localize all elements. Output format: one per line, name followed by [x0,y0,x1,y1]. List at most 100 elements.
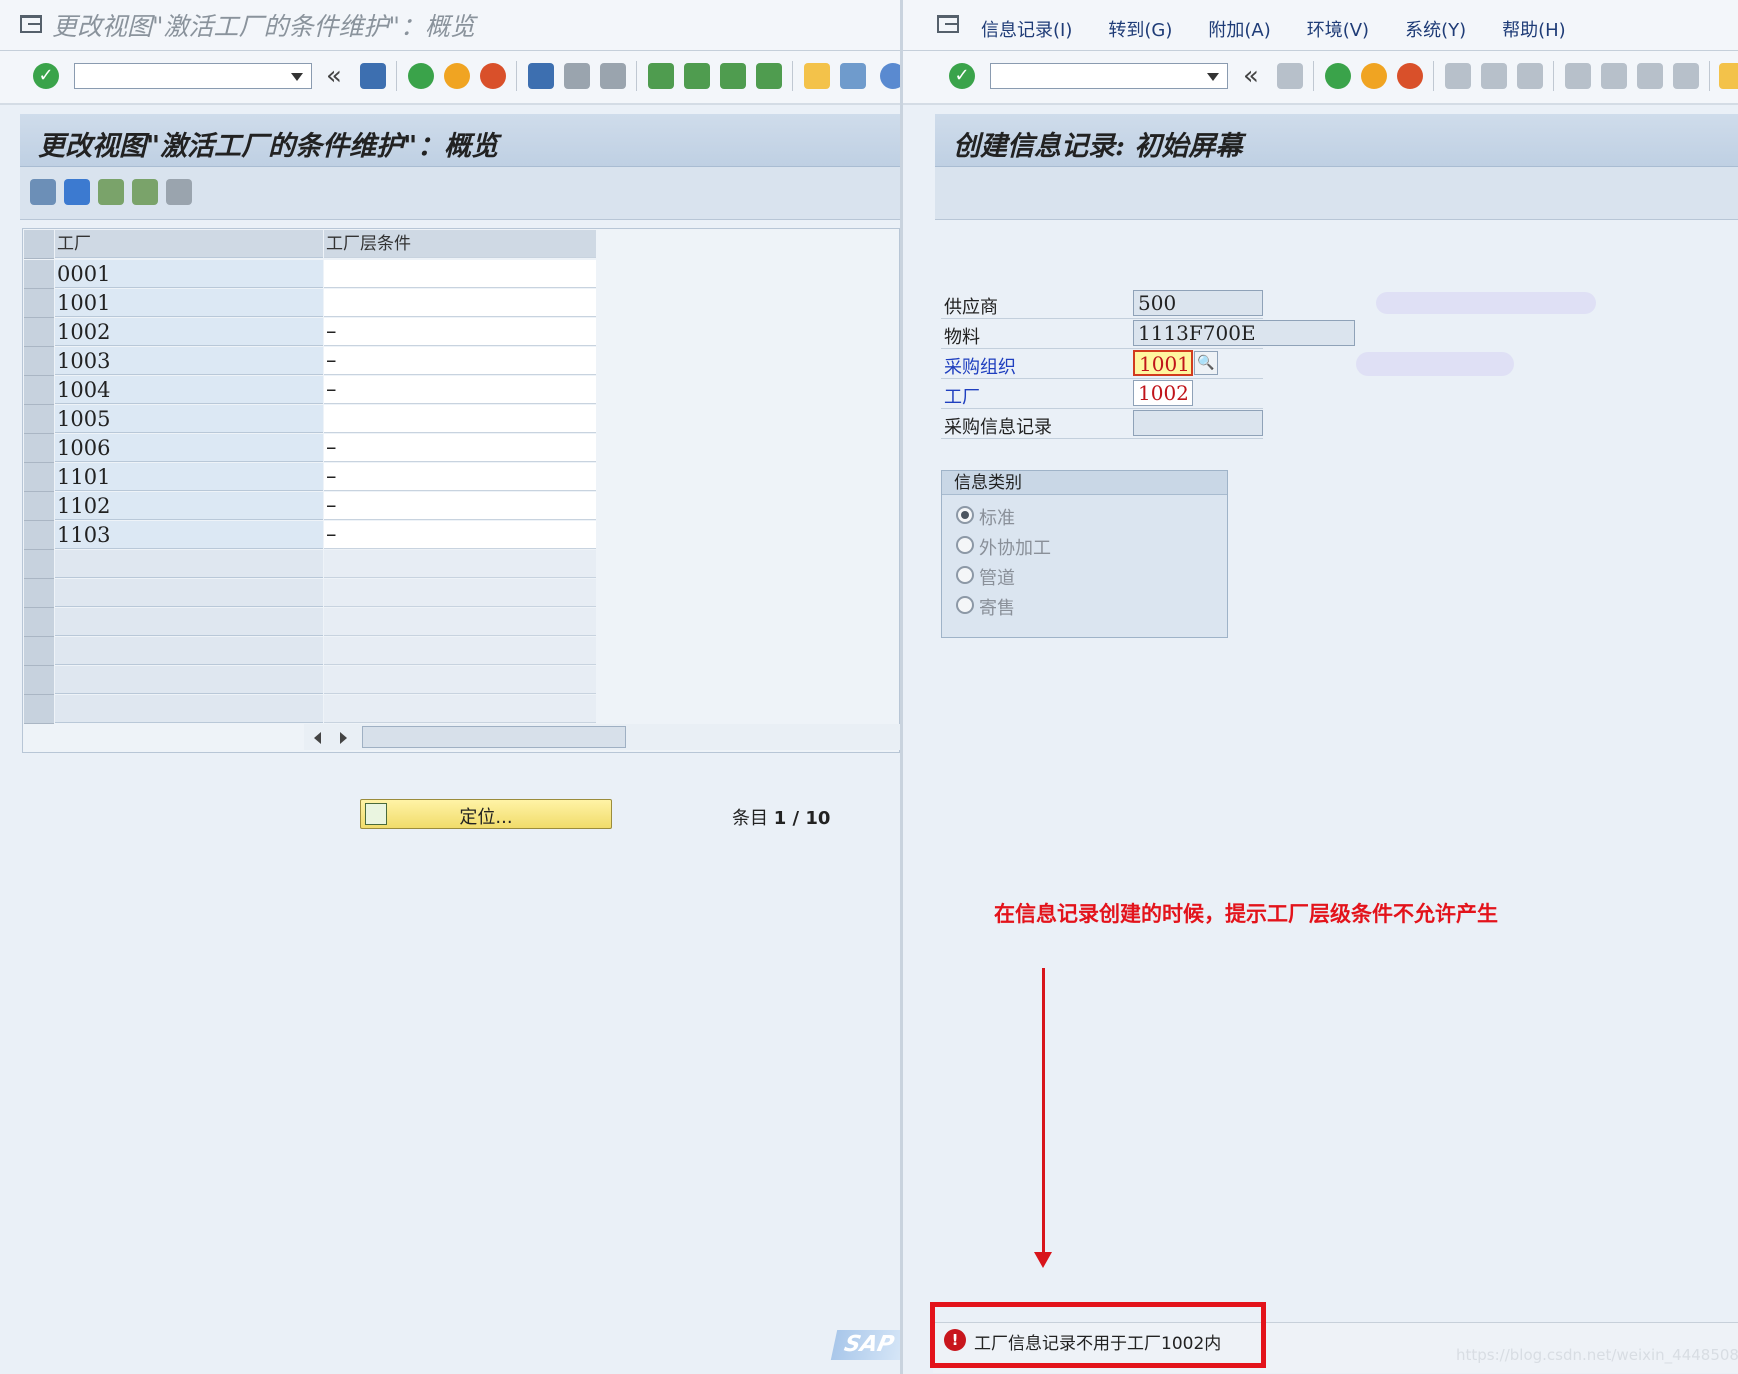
exit-icon[interactable] [1361,63,1387,89]
select-all-cell[interactable] [24,230,54,259]
find-next-icon[interactable] [1517,63,1543,89]
table-row[interactable]: 1001 [22,289,596,318]
table-row[interactable]: 1101 – [22,463,596,492]
menu-extras[interactable]: 附加(A) [1208,16,1270,42]
enter-check-icon[interactable]: ✓ [33,63,59,89]
back-icon[interactable] [408,63,434,89]
enter-check-icon[interactable]: ✓ [949,63,975,89]
empty-cell[interactable] [55,637,323,665]
exit-icon[interactable] [444,63,470,89]
purchasing-org-field[interactable]: 1001 [1133,350,1193,376]
empty-table-row[interactable] [22,666,596,695]
first-page-icon[interactable] [648,63,674,89]
empty-cell[interactable] [324,608,596,636]
locate-button[interactable]: 定位... [360,799,612,829]
plant-condition-cell[interactable]: – [324,347,596,375]
empty-cell[interactable] [324,550,596,578]
shortcut-icon[interactable] [840,63,866,89]
empty-cell[interactable] [324,666,596,694]
plant-field[interactable]: 1002 [1133,380,1193,406]
table-row[interactable]: 1006 – [22,434,596,463]
plant-condition-cell[interactable]: – [324,463,596,491]
save-icon[interactable] [1277,63,1303,89]
nav-back-icon[interactable]: « [1243,63,1259,89]
row-selector[interactable] [24,666,54,695]
empty-table-row[interactable] [22,579,596,608]
command-field[interactable] [74,63,312,89]
scroll-thumb[interactable] [362,726,626,748]
row-selector[interactable] [24,405,54,434]
horizontal-scrollbar[interactable] [304,724,900,750]
plant-condition-cell[interactable]: – [324,521,596,549]
plant-condition-cell[interactable]: – [324,318,596,346]
new-session-icon[interactable] [804,63,830,89]
empty-cell[interactable] [324,637,596,665]
radio-consignment[interactable] [956,596,974,614]
back-icon[interactable] [1325,63,1351,89]
row-selector[interactable] [24,608,54,637]
last-page-icon[interactable] [756,63,782,89]
select-block-icon[interactable] [132,179,158,205]
last-page-icon[interactable] [1673,63,1699,89]
vendor-field[interactable]: 500 [1133,290,1263,316]
menu-help[interactable]: 帮助(H) [1502,16,1566,42]
empty-cell[interactable] [324,579,596,607]
find-icon[interactable] [564,63,590,89]
row-selector[interactable] [24,521,54,550]
previous-page-icon[interactable] [1601,63,1627,89]
plant-condition-cell[interactable] [324,405,596,433]
empty-cell[interactable] [55,550,323,578]
row-selector[interactable] [24,289,54,318]
empty-table-row[interactable] [22,608,596,637]
table-row[interactable]: 1005 [22,405,596,434]
empty-cell[interactable] [55,666,323,694]
print-icon[interactable] [1445,63,1471,89]
plant-condition-cell[interactable]: – [324,376,596,404]
display-change-icon[interactable] [30,179,56,205]
table-row[interactable]: 1102 – [22,492,596,521]
menu-info-record[interactable]: 信息记录(I) [981,16,1072,42]
empty-cell[interactable] [324,695,596,723]
radio-standard[interactable] [956,506,974,524]
row-selector[interactable] [24,318,54,347]
new-session-icon[interactable] [1719,63,1738,89]
row-selector[interactable] [24,492,54,521]
table-row[interactable]: 1002 – [22,318,596,347]
nav-back-icon[interactable]: « [326,63,342,89]
print-icon[interactable] [528,63,554,89]
row-selector[interactable] [24,376,54,405]
select-all-icon[interactable] [98,179,124,205]
plant-condition-cell[interactable]: – [324,492,596,520]
cancel-icon[interactable] [1397,63,1423,89]
info-record-field[interactable] [1133,410,1263,436]
menu-icon[interactable] [20,15,42,33]
table-row[interactable]: 0001 [22,260,596,289]
first-page-icon[interactable] [1565,63,1591,89]
previous-page-icon[interactable] [684,63,710,89]
empty-cell[interactable] [55,579,323,607]
empty-table-row[interactable] [22,637,596,666]
chevron-down-icon[interactable] [1207,73,1219,81]
search-help-icon[interactable]: 🔍 [1194,351,1218,375]
row-selector[interactable] [24,434,54,463]
empty-cell[interactable] [55,608,323,636]
row-selector[interactable] [24,550,54,579]
plant-condition-cell[interactable]: – [324,434,596,462]
empty-cell[interactable] [55,695,323,723]
scroll-right-icon[interactable] [340,732,347,744]
status-message[interactable]: 工厂信息记录不用于工厂1002内 [974,1329,1221,1354]
radio-pipeline[interactable] [956,566,974,584]
chevron-down-icon[interactable] [291,73,303,81]
deselect-all-icon[interactable] [166,179,192,205]
row-selector[interactable] [24,637,54,666]
undo-icon[interactable] [64,179,90,205]
menu-icon[interactable] [937,15,959,33]
menu-system[interactable]: 系统(Y) [1405,16,1466,42]
column-header-plant[interactable]: 工厂 [55,230,323,258]
plant-condition-cell[interactable] [324,289,596,317]
row-selector[interactable] [24,463,54,492]
menu-environment[interactable]: 环境(V) [1307,16,1369,42]
radio-subcontracting[interactable] [956,536,974,554]
empty-table-row[interactable] [22,695,596,724]
scroll-left-icon[interactable] [314,732,321,744]
